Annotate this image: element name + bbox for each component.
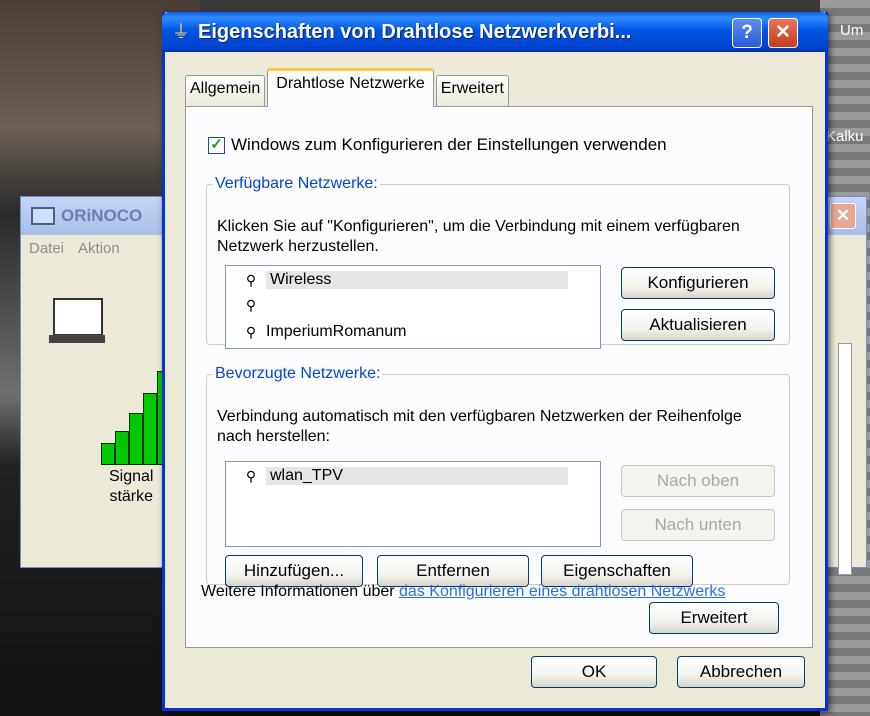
antenna-icon: ⚲ bbox=[245, 271, 257, 288]
desktop-icon-label[interactable]: Kalku bbox=[826, 128, 864, 145]
close-icon[interactable]: ✕ bbox=[830, 203, 856, 229]
list-item[interactable]: ⚲ wlan_TPV bbox=[244, 467, 568, 485]
properties-dialog: ⏚ Eigenschaften von Drahtlose Netzwerkve… bbox=[162, 12, 828, 711]
move-down-button[interactable]: Nach unten bbox=[621, 509, 775, 541]
list-item[interactable]: ⚲ bbox=[244, 297, 266, 314]
tab-drahtlose-netzwerke[interactable]: Drahtlose Netzwerke bbox=[267, 68, 434, 107]
signal-bar bbox=[115, 431, 129, 465]
signal-label-line1: Signal bbox=[109, 468, 154, 485]
preferred-networks-legend: Bevorzugte Netzwerke: bbox=[215, 365, 381, 382]
orinoco-title: ORiNOCO bbox=[61, 206, 143, 225]
preferred-networks-description: Verbindung automatisch mit den verfügbar… bbox=[217, 408, 742, 445]
signal-bar bbox=[143, 393, 157, 465]
available-networks-group: Verfügbare Netzwerke: Klicken Sie auf "K… bbox=[206, 175, 790, 349]
tab-allgemein[interactable]: Allgemein bbox=[185, 75, 266, 106]
configure-button[interactable]: Konfigurieren bbox=[621, 267, 775, 299]
available-networks-list[interactable]: ⚲ Wireless ⚲ ⚲ ImperiumRomanum bbox=[225, 265, 601, 349]
orinoco-side-panel bbox=[838, 343, 852, 575]
antenna-icon: ⚲ bbox=[245, 297, 257, 313]
close-button[interactable]: ✕ bbox=[768, 18, 798, 48]
checkbox[interactable]: ✓ bbox=[208, 136, 225, 154]
refresh-button[interactable]: Aktualisieren bbox=[621, 309, 775, 341]
laptop-icon bbox=[53, 298, 103, 336]
move-up-button[interactable]: Nach oben bbox=[621, 465, 775, 497]
wireless-network-icon: ⚲ bbox=[245, 467, 257, 484]
menu-datei[interactable]: Datei bbox=[29, 240, 64, 257]
monitor-icon bbox=[31, 207, 55, 225]
preferred-networks-group: Bevorzugte Netzwerke: Verbindung automat… bbox=[206, 365, 790, 587]
cancel-button[interactable]: Abbrechen bbox=[677, 656, 805, 688]
signal-label-line2: stärke bbox=[109, 488, 154, 505]
signal-bar bbox=[101, 443, 115, 465]
ok-button[interactable]: OK bbox=[531, 656, 657, 688]
network-connection-icon: ⏚ bbox=[172, 22, 190, 42]
advanced-button[interactable]: Erweitert bbox=[649, 602, 779, 634]
preferred-networks-list[interactable]: ⚲ wlan_TPV bbox=[225, 461, 601, 547]
use-windows-label: Windows zum Konfigurieren der Einstellun… bbox=[231, 135, 667, 154]
use-windows-checkbox-row[interactable]: ✓ Windows zum Konfigurieren der Einstell… bbox=[208, 135, 667, 155]
signal-bar bbox=[129, 413, 143, 465]
desktop-icon-label[interactable]: Um bbox=[840, 22, 863, 39]
tab-panel: ✓ Windows zum Konfigurieren der Einstell… bbox=[185, 106, 813, 648]
dialog-title: Eigenschaften von Drahtlose Netzwerkverb… bbox=[198, 20, 632, 43]
tab-bar: Allgemein Drahtlose Netzwerke Erweitert bbox=[185, 68, 511, 107]
list-item[interactable]: ⚲ ImperiumRomanum bbox=[244, 323, 407, 341]
available-networks-description: Klicken Sie auf "Konfigurieren", um die … bbox=[217, 218, 740, 255]
menu-aktion[interactable]: Aktion bbox=[78, 240, 120, 257]
laptop-base bbox=[49, 335, 105, 343]
signal-strength-label: Signal stärke bbox=[109, 467, 153, 507]
dialog-titlebar[interactable]: ⏚ Eigenschaften von Drahtlose Netzwerkve… bbox=[162, 12, 828, 52]
tab-erweitert[interactable]: Erweitert bbox=[435, 75, 509, 106]
help-button[interactable]: ? bbox=[732, 18, 762, 48]
list-item[interactable]: ⚲ Wireless bbox=[244, 271, 568, 289]
info-prefix: Weitere Informationen über bbox=[201, 583, 400, 600]
antenna-icon: ⚲ bbox=[245, 323, 257, 340]
available-networks-legend: Verfügbare Netzwerke: bbox=[215, 175, 378, 192]
configure-help-link[interactable]: das Konfigurieren eines drahtlosen Netzw… bbox=[399, 583, 725, 600]
info-text: Weitere Informationen über das Konfiguri… bbox=[201, 582, 725, 602]
